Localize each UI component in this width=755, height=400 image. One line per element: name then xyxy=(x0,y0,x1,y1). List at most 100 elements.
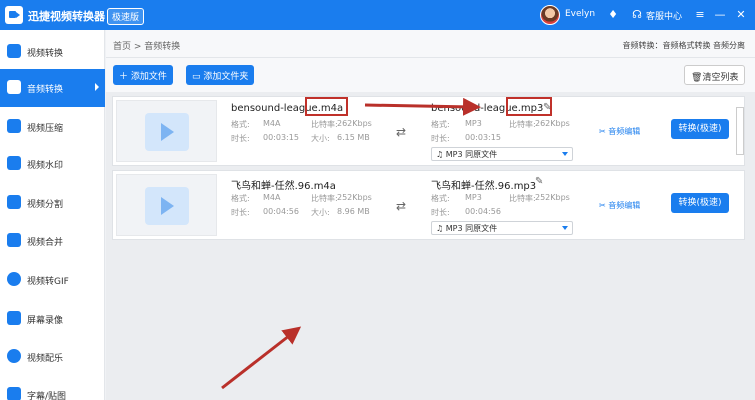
output-bitrate: 262Kbps xyxy=(535,119,570,128)
sidebar: 视频转换 音频转换 视频压缩 视频水印 视频分割 视频合并 视频转GIF 屏幕录… xyxy=(0,30,105,400)
output-bitrate-label: 比特率: xyxy=(509,120,536,129)
sidebar-item-video-music[interactable]: 视频配乐 xyxy=(0,338,105,376)
vip-icon[interactable]: ♦ xyxy=(606,8,620,22)
format-note: 音频转换：音频格式转换 音频分离 xyxy=(622,41,745,50)
output-format-label: 格式: xyxy=(431,120,450,129)
output-bitrate: 252Kbps xyxy=(535,193,570,202)
compress-icon xyxy=(7,119,21,133)
audio-convert-icon xyxy=(7,80,21,94)
music-icon xyxy=(7,349,21,363)
sidebar-item-label: 字幕/贴图 xyxy=(27,392,67,400)
add-file-button[interactable]: ＋ 添加文件 xyxy=(113,65,173,85)
app-title: 迅捷视频转换器 xyxy=(28,10,105,23)
sidebar-item-video-compress[interactable]: 视频压缩 xyxy=(0,108,105,146)
avatar[interactable] xyxy=(540,5,560,25)
output-format-select[interactable]: ♫ MP3 同原文件 xyxy=(431,221,573,235)
sidebar-item-label: 视频配乐 xyxy=(27,354,64,364)
audio-edit-button[interactable]: ✂ 音频编辑 xyxy=(599,200,640,211)
subtitle-icon xyxy=(7,387,21,400)
output-format-select[interactable]: ♫ MP3 同原文件 xyxy=(431,147,573,161)
source-format-label: 格式: xyxy=(231,194,250,203)
video-convert-icon xyxy=(7,44,21,58)
thumbnail xyxy=(116,174,217,236)
source-duration: 00:04:56 xyxy=(263,207,299,216)
plus-icon: ＋ xyxy=(119,72,131,82)
output-format: MP3 xyxy=(465,119,482,128)
minimize-icon[interactable]: — xyxy=(713,8,727,22)
source-duration: 00:03:15 xyxy=(263,133,299,142)
sidebar-item-video-split[interactable]: 视频分割 xyxy=(0,184,105,222)
music-note-icon: ♫ xyxy=(436,150,446,159)
gif-icon xyxy=(7,272,21,286)
source-format: M4A xyxy=(263,193,281,202)
audio-edit-button[interactable]: ✂ 音频编辑 xyxy=(599,126,640,137)
film-play-icon xyxy=(145,187,189,225)
breadcrumb-separator: > xyxy=(133,42,145,52)
sidebar-item-label: 视频分割 xyxy=(27,200,64,210)
chevron-down-icon xyxy=(562,226,568,230)
scissors-icon: ✂ xyxy=(599,201,609,210)
output-format-label: 格式: xyxy=(431,194,450,203)
film-play-icon xyxy=(145,113,189,151)
source-format-label: 格式: xyxy=(231,120,250,129)
output-duration: 00:04:56 xyxy=(465,207,501,216)
breadcrumb-current: 音频转换 xyxy=(144,42,181,52)
output-bitrate-label: 比特率: xyxy=(509,194,536,203)
sidebar-item-label: 视频合并 xyxy=(27,238,64,248)
sidebar-item-label: 视频转GIF xyxy=(27,277,69,287)
source-bitrate: 262Kbps xyxy=(337,119,372,128)
watermark-icon xyxy=(7,156,21,170)
sidebar-item-video-gif[interactable]: 视频转GIF xyxy=(0,261,105,299)
sidebar-item-label: 音频转换 xyxy=(27,85,64,95)
headset-icon[interactable]: ☊ xyxy=(630,8,644,22)
scrollbar[interactable] xyxy=(736,107,744,155)
menu-icon[interactable]: ≡ xyxy=(693,8,707,22)
sidebar-item-video-merge[interactable]: 视频合并 xyxy=(0,222,105,260)
output-format: MP3 xyxy=(465,193,482,202)
source-size-label: 大小: xyxy=(311,134,330,143)
sidebar-item-label: 屏幕录像 xyxy=(27,316,64,326)
source-bitrate-label: 比特率: xyxy=(311,194,338,203)
folder-icon: ▭ xyxy=(192,72,204,82)
add-folder-button[interactable]: ▭ 添加文件夹 xyxy=(186,65,255,85)
source-format: M4A xyxy=(263,119,281,128)
source-duration-label: 时长: xyxy=(231,208,250,217)
output-duration-label: 时长: xyxy=(431,208,450,217)
edition-badge: 极速版 xyxy=(107,8,145,25)
username[interactable]: Evelyn xyxy=(565,9,595,19)
list-item: bensound-league.m4a 格式: M4A 比特率: 262Kbps… xyxy=(112,96,745,166)
highlight-box-source-ext xyxy=(305,97,348,116)
sidebar-item-video-convert[interactable]: 视频转换 xyxy=(0,33,105,71)
thumbnail xyxy=(116,100,217,162)
source-duration-label: 时长: xyxy=(231,134,250,143)
sidebar-item-screen-record[interactable]: 屏幕录像 xyxy=(0,300,105,338)
breadcrumb-home[interactable]: 首页 xyxy=(113,42,131,52)
title-bar: 迅捷视频转换器 极速版 Evelyn ♦ ☊ 客服中心 ≡ — ✕ xyxy=(0,0,755,30)
scissors-icon: ✂ xyxy=(599,127,609,136)
highlight-box-output-ext xyxy=(506,97,552,116)
sidebar-item-video-watermark[interactable]: 视频水印 xyxy=(0,145,105,183)
convert-button[interactable]: 转换(极速) xyxy=(671,193,729,213)
sidebar-item-label: 视频转换 xyxy=(27,49,64,59)
toolbar: ＋ 添加文件 ▭ 添加文件夹 🗑清空列表 xyxy=(106,58,755,92)
split-icon xyxy=(7,195,21,209)
music-note-icon: ♫ xyxy=(436,224,446,233)
chevron-right-icon xyxy=(95,83,99,91)
sidebar-item-audio-convert[interactable]: 音频转换 xyxy=(0,69,105,107)
output-duration-label: 时长: xyxy=(431,134,450,143)
sidebar-item-label: 视频水印 xyxy=(27,161,64,171)
rename-pencil-icon[interactable]: ✎ xyxy=(535,176,543,187)
source-size: 6.15 MB xyxy=(337,133,370,142)
source-bitrate-label: 比特率: xyxy=(311,120,338,129)
output-duration: 00:03:15 xyxy=(465,133,501,142)
list-item: 飞鸟和蝉-任然.96.m4a 格式: M4A 比特率: 252Kbps 时长: … xyxy=(112,170,745,240)
service-center-link[interactable]: 客服中心 xyxy=(646,9,682,22)
record-icon xyxy=(7,311,21,325)
source-bitrate: 252Kbps xyxy=(337,193,372,202)
convert-button[interactable]: 转换(极速) xyxy=(671,119,729,139)
clear-list-button[interactable]: 🗑清空列表 xyxy=(684,65,746,85)
sidebar-item-subtitle[interactable]: 字幕/贴图 xyxy=(0,376,105,400)
file-list: bensound-league.m4a 格式: M4A 比特率: 262Kbps… xyxy=(106,92,755,400)
close-icon[interactable]: ✕ xyxy=(734,8,748,22)
source-file-name: 飞鸟和蝉-任然.96.m4a xyxy=(231,181,336,192)
